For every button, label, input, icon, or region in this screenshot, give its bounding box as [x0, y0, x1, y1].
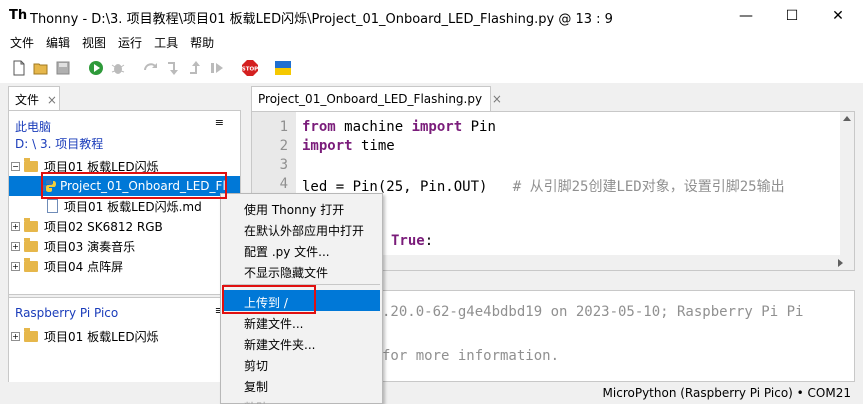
code-line-1: from machine import Pin: [302, 119, 496, 135]
debug-icon[interactable]: [110, 60, 126, 76]
device-tree-item-folder-01[interactable]: + 项目01 板载LED闪烁: [11, 326, 159, 346]
minimize-button[interactable]: —: [723, 0, 769, 31]
shell-info-line: for more information.: [382, 348, 560, 364]
tree-item-label: 项目01 板载LED闪烁: [44, 159, 159, 174]
ctx-separator: [223, 284, 380, 285]
ctx-upload-to-root[interactable]: 上传到 /: [223, 290, 380, 311]
editor-vertical-scrollbar[interactable]: [840, 112, 854, 257]
code-line-7: True:: [391, 233, 434, 249]
tree-item-py-file[interactable]: Project_01_Onboard_LED_Fl: [9, 176, 240, 196]
tree-item-label: 项目03 演奏音乐: [44, 239, 136, 254]
tree-item-label: 项目04 点阵屏: [44, 259, 124, 274]
files-tab-label: 文件: [15, 93, 40, 107]
folder-icon: [24, 327, 38, 342]
interpreter-status[interactable]: MicroPython (Raspberry Pi Pico) • COM21: [603, 386, 851, 400]
files-panel: 此电脑 ≡ D: \ 3. 项目教程 − 项目01 板载LED闪烁 Projec…: [8, 110, 241, 404]
tree-item-folder-03[interactable]: + 项目03 演奏音乐: [11, 236, 135, 256]
toolbar: STOP: [0, 53, 863, 83]
menu-edit[interactable]: 编辑: [40, 31, 76, 53]
line-number: 4: [279, 176, 288, 192]
files-tab-close-icon[interactable]: ×: [47, 93, 57, 107]
menu-file[interactable]: 文件: [4, 31, 40, 53]
editor-tab-close-icon[interactable]: ×: [492, 92, 502, 106]
tree-item-label: 项目01 板载LED闪烁: [44, 329, 159, 344]
maximize-button[interactable]: ☐: [769, 0, 815, 31]
ctx-paste[interactable]: 粘贴: [223, 395, 380, 404]
line-number: 1: [279, 119, 288, 135]
step-over-icon[interactable]: [143, 60, 159, 76]
this-pc-link[interactable]: 此电脑: [15, 118, 51, 135]
open-folder-icon[interactable]: [33, 60, 49, 76]
expand-icon[interactable]: +: [11, 261, 20, 271]
ctx-copy[interactable]: 复制: [223, 374, 380, 395]
ctx-configure-py[interactable]: 配置 .py 文件...: [223, 239, 380, 260]
folder-icon: [24, 157, 38, 172]
ctx-new-file[interactable]: 新建文件...: [223, 311, 380, 332]
run-icon[interactable]: [88, 60, 104, 76]
folder-icon: [24, 217, 38, 232]
tree-item-label: 项目02 SK6812 RGB: [44, 219, 163, 234]
expand-icon[interactable]: +: [11, 221, 20, 231]
menu-tools[interactable]: 工具: [148, 31, 184, 53]
tree-item-label: Project_01_Onboard_LED_Fl: [60, 179, 226, 193]
new-file-icon[interactable]: [11, 60, 27, 76]
folder-icon: [24, 237, 38, 252]
ctx-hide-hidden-files[interactable]: 不显示隐藏文件: [223, 260, 380, 281]
ctx-open-external[interactable]: 在默认外部应用中打开: [223, 218, 380, 239]
expand-icon[interactable]: +: [11, 331, 20, 341]
step-into-icon[interactable]: [165, 60, 181, 76]
menu-run[interactable]: 运行: [112, 31, 148, 53]
status-bar: MicroPython (Raspberry Pi Pico) • COM21: [0, 382, 863, 404]
tree-item-label: 项目01 板载LED闪烁.md: [64, 199, 202, 214]
ctx-open-in-thonny[interactable]: 使用 Thonny 打开: [223, 197, 380, 218]
python-file-icon: [42, 180, 56, 192]
tree-item-folder-01[interactable]: − 项目01 板载LED闪烁: [11, 156, 159, 176]
editor-tab[interactable]: Project_01_Onboard_LED_Flashing.py ×: [251, 86, 502, 111]
scroll-right-icon[interactable]: [838, 259, 843, 267]
context-menu: 使用 Thonny 打开 在默认外部应用中打开 配置 .py 文件... 不显示…: [220, 193, 383, 404]
ukraine-flag-icon[interactable]: [275, 61, 291, 75]
ctx-new-folder[interactable]: 新建文件夹...: [223, 332, 380, 353]
device-label[interactable]: Raspberry Pi Pico: [15, 306, 118, 320]
pane-divider[interactable]: [9, 294, 240, 298]
editor-tab-label: Project_01_Onboard_LED_Flashing.py: [258, 92, 483, 106]
computer-path-link[interactable]: D: \ 3. 项目教程: [15, 135, 103, 152]
tree-item-folder-04[interactable]: + 项目04 点阵屏: [11, 256, 123, 276]
collapse-icon[interactable]: −: [11, 161, 20, 171]
tree-item-folder-02[interactable]: + 项目02 SK6812 RGB: [11, 216, 163, 236]
tree-item-md-file[interactable]: 项目01 板载LED闪烁.md: [47, 196, 202, 216]
code-line-2: import time: [302, 138, 395, 154]
menu-help[interactable]: 帮助: [184, 31, 220, 53]
save-icon[interactable]: [55, 60, 71, 76]
menu-view[interactable]: 视图: [76, 31, 112, 53]
menu-bar: 文件 编辑 视图 运行 工具 帮助: [0, 31, 863, 53]
expand-icon[interactable]: +: [11, 241, 20, 251]
line-number: 2: [279, 138, 288, 154]
step-out-icon[interactable]: [187, 60, 203, 76]
shell-version-line: .20.0-62-g4e4bdbd19 on 2023-05-10; Raspb…: [382, 304, 804, 320]
title-bar: Th Thonny - D:\3. 项目教程\项目01 板载LED闪烁\Proj…: [0, 0, 863, 31]
resume-icon[interactable]: [209, 60, 225, 76]
close-button[interactable]: ✕: [815, 0, 861, 31]
stop-icon-label: STOP: [242, 67, 258, 73]
local-files-menu-icon[interactable]: ≡: [215, 116, 224, 129]
ctx-cut[interactable]: 剪切: [223, 353, 380, 374]
scroll-up-icon[interactable]: [843, 116, 851, 121]
window-title: Thonny - D:\3. 项目教程\项目01 板载LED闪烁\Project…: [30, 12, 613, 27]
thonny-app-icon: Th: [9, 8, 28, 23]
line-number: 3: [279, 157, 288, 173]
tab-files[interactable]: 文件 ×: [8, 86, 60, 110]
folder-icon: [24, 257, 38, 272]
stop-icon[interactable]: STOP: [241, 59, 259, 77]
document-icon: [47, 199, 58, 213]
